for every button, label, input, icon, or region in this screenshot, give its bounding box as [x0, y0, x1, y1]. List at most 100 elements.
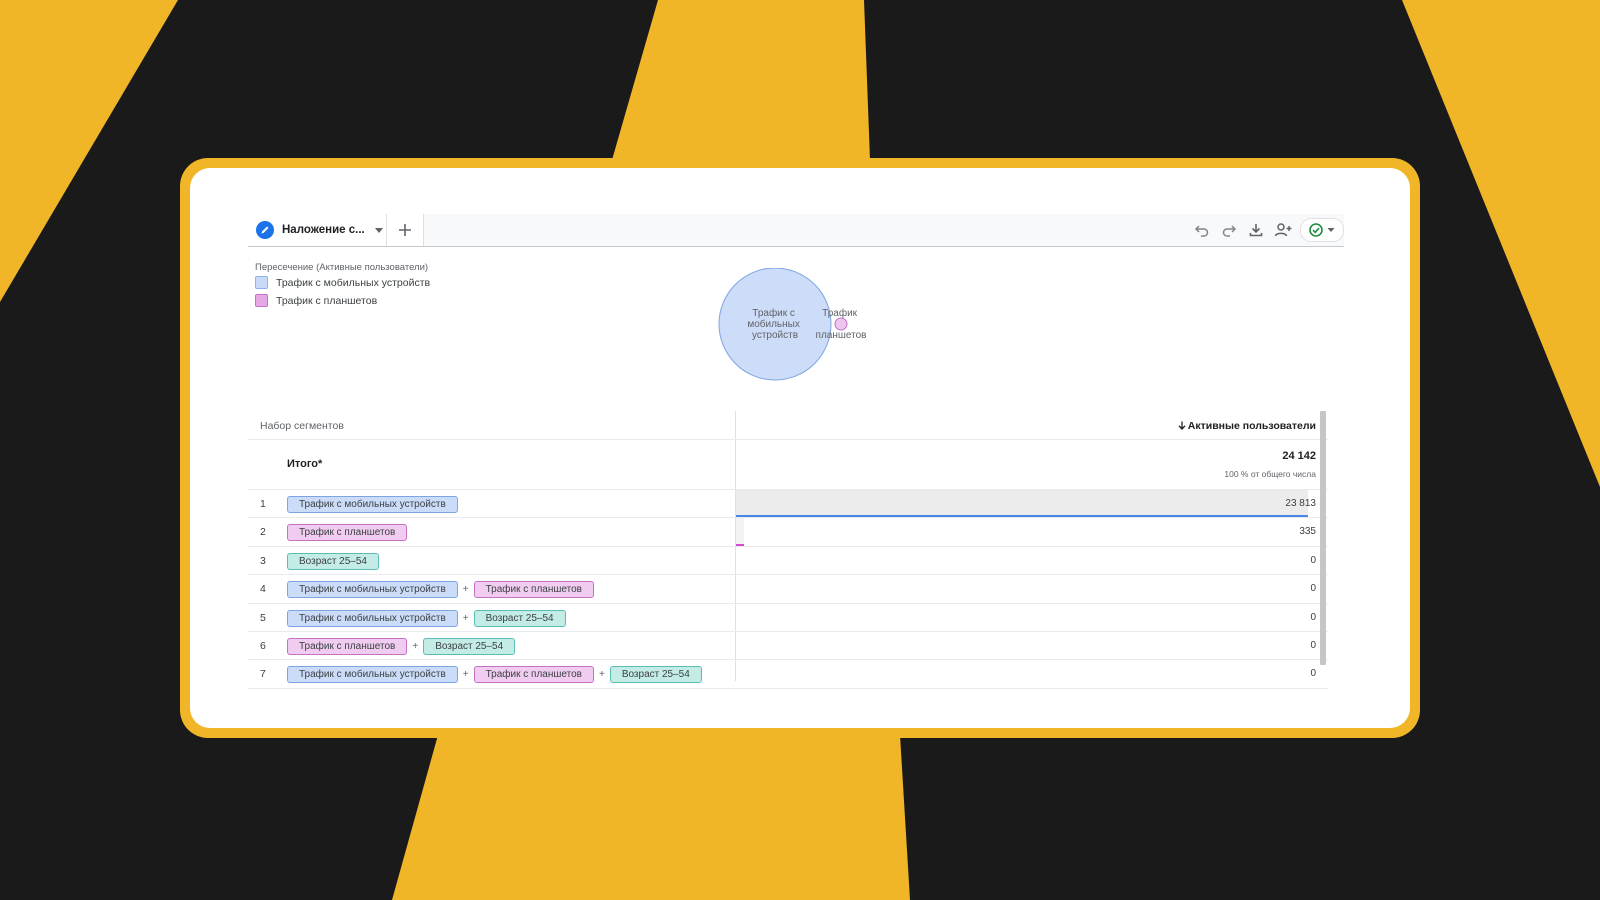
row-number: 7 — [260, 668, 266, 681]
share-button[interactable] — [1269, 214, 1296, 246]
venn-label-tablet-line1: Трафик — [822, 307, 857, 319]
plus-sign: + — [462, 669, 469, 681]
segment-chip-group: Возраст 25–54 — [287, 552, 379, 570]
row-number: 6 — [260, 639, 266, 652]
row-value: 0 — [1310, 668, 1316, 680]
segment-chip-group: Трафик с мобильных устройств + Трафик с пл… — [287, 666, 702, 684]
venn-diagram: Трафик с мобильных устройств Трафик план… — [718, 268, 867, 381]
row-value: 23 813 — [1285, 498, 1316, 509]
segment-chip-age[interactable]: Возраст 25–54 — [423, 637, 516, 655]
table-scrollbar[interactable] — [1320, 411, 1326, 665]
row-number: 4 — [260, 583, 266, 596]
venn-circle-tablet[interactable] — [834, 317, 848, 331]
venn-label-mobile-line1: Трафик с — [752, 307, 795, 319]
table-row[interactable]: 2 Трафик с планшетов 335 — [248, 518, 1328, 547]
background-stripe-bottom — [392, 735, 910, 900]
table-header: Набор сегментов Активные пользователи — [248, 411, 1328, 440]
download-icon — [1249, 224, 1262, 237]
chevron-down-icon[interactable] — [374, 227, 383, 233]
svg-text:Трафик с мобильных: Трафик с мобильных устройств — [747, 307, 802, 341]
toolbar-actions — [1188, 214, 1344, 246]
legend-label-mobile: Трафик с мобильных устройств — [276, 276, 431, 289]
table-row[interactable]: 7 Трафик с мобильных устройств + Трафик с п… — [248, 660, 1328, 689]
bar-cell — [736, 632, 1316, 659]
venn-label-mobile-line2: мобильных — [747, 318, 800, 330]
legend-label-tablet: Трафик с планшетов — [276, 294, 378, 307]
bar-fill — [736, 518, 745, 546]
bar-cell — [736, 660, 1316, 687]
segment-chip-mobile[interactable]: Трафик с мобильных устройств — [287, 496, 458, 513]
bar-cell — [736, 490, 1316, 518]
download-button[interactable] — [1242, 214, 1269, 246]
undo-button[interactable] — [1188, 214, 1215, 246]
total-row: Итого* 24 142 100 % от общего числа — [248, 440, 1328, 490]
table-row[interactable]: 6 Трафик с планшетов + Возраст 25–54 0 — [248, 632, 1328, 661]
segment-chip-tablet[interactable]: Трафик с планшетов — [473, 666, 594, 684]
segment-chip-mobile[interactable]: Трафик с мобильных устройств — [287, 666, 458, 684]
segment-chip-group: Трафик с мобильных устройств + Возраст 25–… — [287, 609, 566, 627]
segment-chip-mobile[interactable]: Трафик с мобильных устройств — [287, 581, 458, 599]
row-number: 2 — [260, 526, 266, 539]
check-circle-icon — [1309, 223, 1323, 237]
undo-icon — [1194, 225, 1208, 237]
total-percent: 100 % от общего числа — [1224, 469, 1316, 479]
segment-chip-age[interactable]: Возраст 25–54 — [287, 552, 379, 570]
plus-icon — [399, 224, 411, 236]
column-header-active-users-label: Активные пользователи — [1187, 420, 1316, 432]
row-value: 0 — [1310, 639, 1316, 651]
background-stripe-left — [0, 0, 178, 302]
total-value: 24 142 — [1282, 450, 1316, 462]
bar-cell — [736, 547, 1316, 574]
tab-label: Наложение с... — [282, 224, 365, 236]
row-value: 0 — [1310, 554, 1316, 566]
column-header-active-users[interactable]: Активные пользователи — [1178, 420, 1316, 432]
segment-chip-mobile[interactable]: Трафик с мобильных устройств — [287, 609, 458, 627]
legend-item-mobile[interactable]: Трафик с мобильных устройств — [255, 276, 430, 289]
edit-icon[interactable] — [256, 221, 274, 239]
total-label: Итого* — [287, 458, 323, 470]
plus-sign: + — [462, 584, 469, 596]
legend-swatch-tablet — [255, 294, 268, 307]
tab-segment-overlap[interactable]: Наложение с... — [248, 214, 386, 246]
sort-arrow-down-icon — [1178, 421, 1186, 430]
row-value: 0 — [1310, 583, 1316, 595]
segment-chip-age[interactable]: Возраст 25–54 — [473, 609, 566, 627]
column-header-segments[interactable]: Набор сегментов — [260, 420, 344, 432]
table-row[interactable]: 3 Возраст 25–54 0 — [248, 547, 1328, 576]
table-body: 1 Трафик с мобильных устройств 23 813 2 Траф… — [248, 490, 1328, 689]
segment-chip-group: Трафик с мобильных устройств — [287, 496, 458, 513]
segment-chip-tablet[interactable]: Трафик с планшетов — [287, 637, 408, 655]
plus-sign: + — [462, 612, 469, 624]
report-card: Наложение с... Пересечение (Активные пол… — [190, 168, 1410, 728]
segment-chip-age[interactable]: Возраст 25–54 — [609, 666, 702, 684]
save-status-button[interactable] — [1300, 218, 1344, 242]
caret-down-icon — [1327, 228, 1335, 232]
redo-icon — [1222, 225, 1236, 237]
row-value: 335 — [1299, 526, 1316, 538]
table-row[interactable]: 4 Трафик с мобильных устройств + Трафик с п… — [248, 575, 1328, 604]
row-number: 1 — [260, 498, 266, 510]
segment-chip-group: Трафик с мобильных устройств + Трафик с пл… — [287, 581, 594, 599]
legend-item-tablet[interactable]: Трафик с планшетов — [255, 294, 377, 307]
chart-title: Пересечение (Активные пользователи) — [255, 262, 429, 273]
share-user-icon — [1274, 223, 1291, 237]
table-row[interactable]: 5 Трафик с мобильных устройств + Возраст 25… — [248, 604, 1328, 632]
table-row[interactable]: 1 Трафик с мобильных устройств 23 813 — [248, 490, 1328, 519]
redo-button[interactable] — [1215, 214, 1242, 246]
add-tab-button[interactable] — [386, 214, 424, 246]
segment-chip-tablet[interactable]: Трафик с планшетов — [287, 524, 408, 542]
plus-sign: + — [412, 640, 419, 652]
row-value: 0 — [1310, 611, 1316, 623]
segment-chip-tablet[interactable]: Трафик с планшетов — [473, 581, 594, 599]
row-number: 5 — [260, 611, 266, 624]
bar-fill — [736, 490, 1308, 518]
bar-cell — [736, 604, 1316, 631]
bar-cell — [736, 518, 1316, 546]
plus-sign: + — [598, 669, 605, 681]
background-stripe-right — [1402, 0, 1600, 487]
venn-label-tablet-line2: планшетов — [816, 330, 867, 341]
background-stripe-center — [612, 0, 870, 160]
segment-chip-group: Трафик с планшетов + Возраст 25–54 — [287, 637, 516, 655]
row-number: 3 — [260, 554, 266, 567]
bar-cell — [736, 575, 1316, 602]
